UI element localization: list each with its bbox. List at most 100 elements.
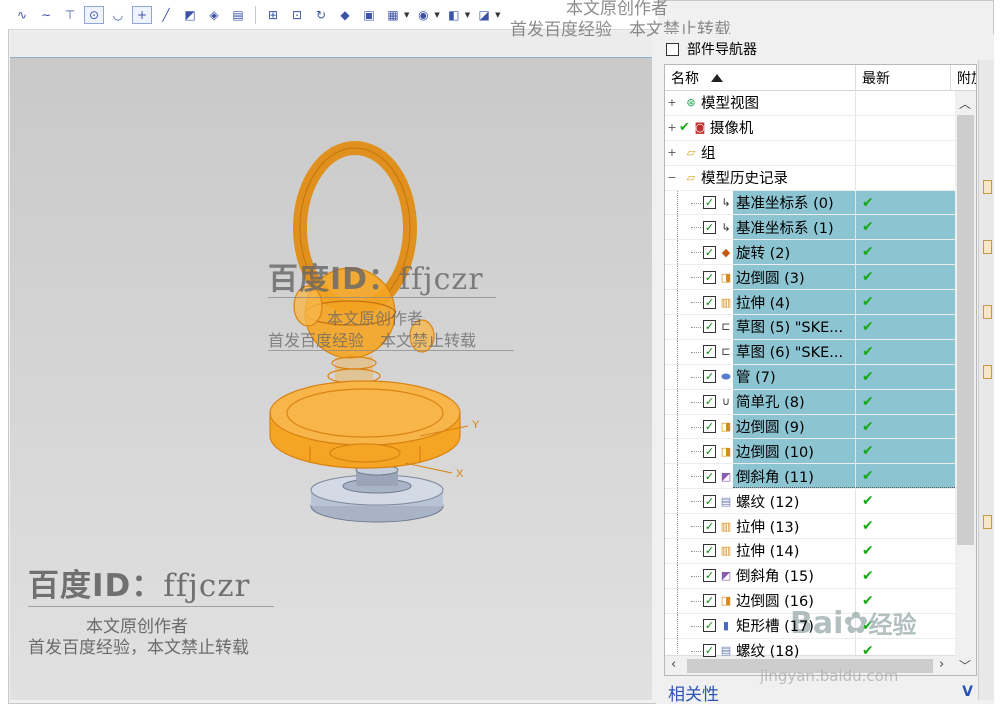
tree-row[interactable]: ✓ ↳ 基准坐标系 (0) ✔ — [665, 190, 955, 216]
display-icon[interactable]: ◉ — [413, 6, 433, 24]
tree-row[interactable]: ✓ ▥ 拉伸 (4) ✔ — [665, 290, 955, 316]
tree-row-name-cell[interactable]: ✓ ▥ 拉伸 (14) — [665, 539, 856, 563]
column-attached-header[interactable]: 附加 — [951, 65, 976, 91]
tree-row[interactable]: ✓ ◩ 倒斜角 (15) ✔ — [665, 563, 955, 589]
tree-row[interactable]: ✓ ◆ 旋转 (2) ✔ — [665, 240, 955, 266]
tree-row[interactable]: ✓ ▥ 拉伸 (13) ✔ — [665, 514, 955, 540]
dropdown-arrow-icon[interactable]: ▼ — [404, 11, 409, 19]
arc-icon[interactable]: ◡ — [108, 6, 128, 24]
tree-row-name-cell[interactable]: ✓ ◆ 旋转 (2) — [665, 240, 856, 265]
scroll-up-icon[interactable]: ︿ — [959, 95, 971, 112]
collapse-icon[interactable]: − — [667, 171, 677, 184]
tree-row-name-cell[interactable]: ✓ ⬬ 管 (7) — [665, 364, 856, 389]
tree-row-name-cell[interactable]: ✓ ◩ 倒斜角 (15) — [665, 563, 856, 588]
resource-bar-tab[interactable] — [983, 515, 992, 529]
feature-checkbox[interactable]: ✓ — [703, 370, 716, 384]
tree-row[interactable]: ✓ ◨ 边倒圆 (3) ✔ — [665, 265, 955, 291]
column-name-header[interactable]: 名称 — [665, 65, 856, 91]
feature-icon[interactable]: ◩ — [180, 6, 200, 24]
column-latest-header[interactable]: 最新 — [856, 65, 951, 91]
layer-icon[interactable]: ▦ — [383, 6, 403, 24]
tree-row[interactable]: ✓ ⬬ 管 (7) ✔ — [665, 364, 955, 390]
tree-row-name-cell[interactable]: ✓ ◨ 边倒圆 (10) — [665, 439, 856, 464]
vertical-scrollbar[interactable]: ︿ ﹀ — [955, 91, 976, 675]
orient-icon[interactable]: ◧ — [444, 6, 464, 24]
feature-checkbox[interactable]: ✓ — [703, 270, 716, 284]
tree-row-name-cell[interactable]: + ✔ ◙ 摄像机 — [665, 115, 856, 140]
feature-checkbox[interactable]: ✓ — [703, 245, 716, 259]
feature-checkbox[interactable]: ✓ — [703, 619, 716, 633]
expand-icon[interactable]: + — [667, 96, 677, 109]
navigator-pin-checkbox[interactable] — [666, 42, 679, 56]
line-icon[interactable]: ⊤ — [60, 6, 80, 24]
tree-row-name-cell[interactable]: ✓ ◨ 边倒圆 (3) — [665, 265, 856, 290]
render-icon[interactable]: ▣ — [359, 6, 379, 24]
feature-checkbox[interactable]: ✓ — [703, 569, 716, 583]
shade-icon[interactable]: ▤ — [228, 6, 248, 24]
expand-icon[interactable]: + — [667, 146, 677, 159]
sketch-curve-icon[interactable]: ∿ — [12, 6, 32, 24]
tree-row-name-cell[interactable]: ✓ ↳ 基准坐标系 (1) — [665, 215, 856, 240]
feature-checkbox[interactable]: ✓ — [703, 220, 716, 234]
feature-checkbox[interactable]: ✓ — [703, 444, 716, 458]
tree-row-name-cell[interactable]: ✓ ▥ 拉伸 (4) — [665, 290, 856, 315]
tree-row[interactable]: + ✔ ◙ 摄像机 — [665, 115, 955, 141]
feature-checkbox[interactable]: ✓ — [703, 494, 716, 508]
feature-checkbox[interactable]: ✓ — [703, 420, 716, 434]
sheet-icon[interactable]: ◈ — [204, 6, 224, 24]
tree-row-name-cell[interactable]: ✓ ◩ 倒斜角 (11) — [665, 464, 856, 489]
scroll-down-icon[interactable]: ﹀ — [959, 657, 971, 674]
tree-row[interactable]: ✓ ⊏ 草图 (5) "SKE... ✔ — [665, 315, 955, 340]
feature-checkbox[interactable]: ✓ — [703, 295, 716, 309]
tree-row-name-cell[interactable]: ✓ ⊏ 草图 (6) "SKE... — [665, 339, 856, 364]
feature-checkbox[interactable]: ✓ — [703, 519, 716, 533]
tree-row[interactable]: + ⊛ 模型视图 — [665, 91, 955, 116]
box-icon[interactable]: ◪ — [474, 6, 494, 24]
section-icon[interactable]: ⊞ — [263, 6, 283, 24]
paint-icon[interactable]: ◆ — [335, 6, 355, 24]
dropdown-arrow-icon[interactable]: ▼ — [465, 11, 470, 19]
tree-row[interactable]: + ▱ 组 — [665, 140, 955, 166]
tree-row[interactable]: ✓ ◨ 边倒圆 (10) ✔ — [665, 439, 955, 465]
feature-checkbox[interactable]: ✓ — [703, 544, 716, 558]
dropdown-arrow-icon[interactable]: ▼ — [495, 11, 500, 19]
tree-row-name-cell[interactable]: ✓ ▥ 拉伸 (13) — [665, 514, 856, 539]
view-icon[interactable]: ⊡ — [287, 6, 307, 24]
tree-row[interactable]: ✓ ↳ 基准坐标系 (1) ✔ — [665, 215, 955, 241]
plus-icon[interactable]: + — [132, 5, 152, 24]
chevron-down-icon[interactable]: V — [962, 684, 973, 700]
tree-row-name-cell[interactable]: + ▱ 组 — [665, 140, 856, 165]
point-icon[interactable]: ⊙ — [84, 5, 104, 24]
tree-row-name-cell[interactable]: ✓ ◨ 边倒圆 (9) — [665, 414, 856, 439]
rotate-icon[interactable]: ↻ — [311, 6, 331, 24]
line-tool-icon[interactable]: ╱ — [156, 6, 176, 24]
resource-bar-tab[interactable] — [983, 305, 992, 319]
feature-checkbox[interactable]: ✓ — [703, 345, 716, 359]
tree-row[interactable]: ✓ ⊏ 草图 (6) "SKE... ✔ — [665, 339, 955, 365]
tree-row-name-cell[interactable]: ✓ ▤ 螺纹 (12) — [665, 489, 856, 514]
vertical-scroll-thumb[interactable] — [957, 115, 974, 545]
tree-row[interactable]: ✓ ◩ 倒斜角 (11) ✔ — [665, 464, 955, 490]
tree-row[interactable]: ✓ ◨ 边倒圆 (9) ✔ — [665, 414, 955, 440]
feature-checkbox[interactable]: ✓ — [703, 644, 716, 658]
tree-row[interactable]: − ▱ 模型历史记录 — [665, 165, 955, 191]
navigator-tree[interactable]: 名称 最新 附加 +⊛模型视图+✔◙摄像机+▱组−▱模型历史记录✓↳基准坐标系 … — [664, 64, 977, 676]
scroll-right-icon[interactable]: › — [939, 657, 944, 672]
feature-checkbox[interactable]: ✓ — [703, 395, 716, 409]
resource-bar-tab[interactable] — [983, 180, 992, 194]
tree-row-name-cell[interactable]: ✓ ↳ 基准坐标系 (0) — [665, 190, 856, 215]
scroll-left-icon[interactable]: ‹ — [671, 657, 676, 672]
resource-bar-tab[interactable] — [983, 240, 992, 254]
expand-icon[interactable]: + — [667, 121, 677, 134]
resource-bar-tab[interactable] — [983, 365, 992, 379]
tree-row-name-cell[interactable]: − ▱ 模型历史记录 — [665, 165, 856, 190]
feature-checkbox[interactable]: ✓ — [703, 469, 716, 483]
tree-row[interactable]: ✓ ▥ 拉伸 (14) ✔ — [665, 539, 955, 564]
feature-checkbox[interactable]: ✓ — [703, 196, 716, 209]
feature-checkbox[interactable]: ✓ — [703, 594, 716, 608]
tree-row[interactable]: ✓ ∪ 简单孔 (8) ✔ — [665, 389, 955, 415]
tree-row-name-cell[interactable]: + ⊛ 模型视图 — [665, 91, 856, 115]
spline-icon[interactable]: ∼ — [36, 6, 56, 24]
tree-row-name-cell[interactable]: ✓ ∪ 简单孔 (8) — [665, 389, 856, 414]
tree-row-name-cell[interactable]: ✓ ⊏ 草图 (5) "SKE... — [665, 315, 856, 339]
